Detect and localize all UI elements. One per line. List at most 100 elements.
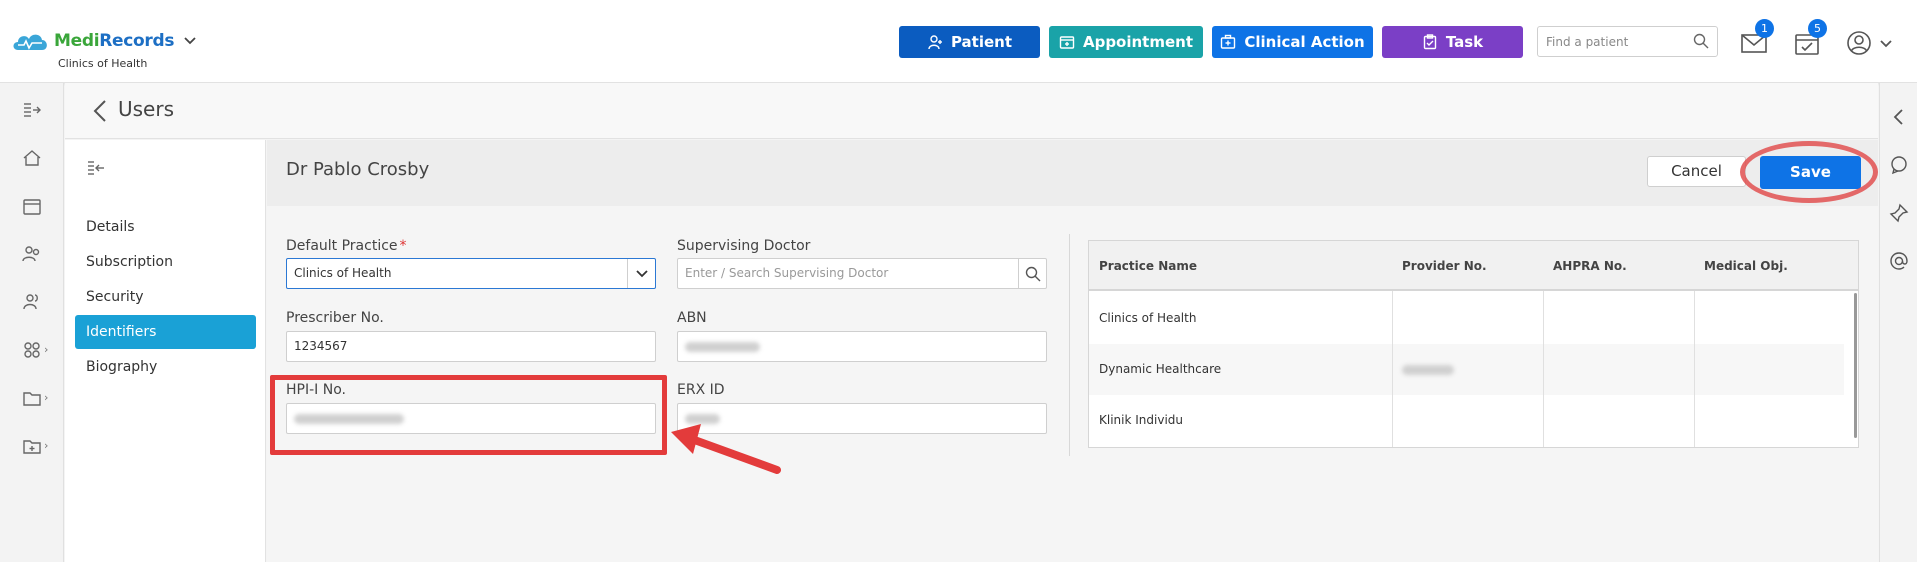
column-header[interactable]: Practice Name [1089, 241, 1392, 291]
tasks-count-badge: 5 [1808, 19, 1827, 38]
patient-button-label: Patient [950, 33, 1013, 51]
app-logo[interactable]: MediRecords [10, 28, 196, 54]
practice-name-cell: Clinics of Health [1099, 311, 1197, 325]
section-divider [1069, 234, 1070, 456]
supervising-doctor-label: Supervising Doctor [677, 238, 811, 254]
practice-name-cell: Dynamic Healthcare [1099, 362, 1222, 376]
column-divider [1543, 291, 1544, 447]
column-header[interactable]: Provider No. [1392, 241, 1543, 291]
practice-subtitle: Clinics of Health [58, 57, 148, 70]
medical-kit-icon [1221, 34, 1236, 49]
table-header: Practice Name Provider No. AHPRA No. Med… [1089, 241, 1858, 291]
collapse-menu-icon[interactable] [87, 160, 105, 176]
users-icon[interactable] [22, 292, 42, 312]
abn-label: ABN [677, 310, 707, 326]
new-task-button[interactable]: Task [1382, 26, 1523, 58]
find-patient-search [1537, 26, 1718, 57]
patients-group-icon[interactable] [22, 244, 42, 264]
home-icon[interactable] [22, 148, 42, 168]
nav-item-details[interactable]: Details [75, 210, 256, 244]
clipboard-check-icon [1423, 34, 1437, 50]
chevron-down-icon [635, 269, 648, 277]
left-rail: › › › [0, 83, 64, 562]
table-scrollbar[interactable] [1854, 293, 1857, 438]
default-practice-label: Default Practice * [286, 238, 407, 254]
calendar-plus-icon [1059, 36, 1075, 49]
new-patient-button[interactable]: Patient [899, 26, 1040, 58]
right-rail [1879, 83, 1917, 562]
supervising-doctor-input[interactable]: Enter / Search Supervising Doctor [677, 258, 1047, 289]
save-button[interactable]: Save [1760, 156, 1861, 189]
brand-part-records: Records [99, 31, 175, 51]
abn-input[interactable] [677, 331, 1047, 362]
at-sign-icon[interactable] [1889, 251, 1909, 271]
new-appointment-button[interactable]: Appointment [1049, 26, 1203, 58]
user-avatar-icon[interactable] [1846, 30, 1872, 56]
chevron-right-icon[interactable]: › [44, 439, 48, 452]
supervising-doctor-search-button[interactable] [1018, 259, 1046, 288]
find-patient-input[interactable] [1538, 27, 1688, 56]
brand-name: MediRecords [54, 31, 175, 51]
top-header: MediRecords Clinics of Health Patient Ap… [0, 0, 1917, 83]
expand-menu-icon[interactable] [22, 100, 42, 120]
table-row[interactable]: Clinics of Health [1089, 293, 1844, 344]
nav-item-subscription[interactable]: Subscription [75, 245, 256, 279]
redacted-value [685, 341, 760, 352]
chevron-right-icon[interactable]: › [44, 343, 48, 356]
default-practice-value: Clinics of Health [294, 266, 392, 280]
back-arrow-icon[interactable] [93, 99, 107, 123]
practice-name-cell: Klinik Individu [1099, 413, 1183, 427]
mail-count-badge: 1 [1755, 19, 1774, 38]
doctor-name: Dr Pablo Crosby [286, 159, 430, 180]
chevron-right-icon[interactable]: › [44, 391, 48, 404]
erx-label: ERX ID [677, 382, 725, 398]
nav-item-security[interactable]: Security [75, 280, 256, 314]
cloud-logo-icon [13, 34, 47, 50]
default-practice-label-text: Default Practice [286, 238, 398, 254]
user-plus-icon [928, 35, 942, 50]
folder-add-icon[interactable] [22, 436, 42, 456]
column-divider [1694, 291, 1695, 447]
identifiers-panel: Dr Pablo Crosby Cancel Save Default Prac… [267, 140, 1878, 562]
user-settings-nav: Details Subscription Security Identifier… [65, 140, 266, 562]
folder-icon[interactable] [22, 388, 42, 408]
hpii-input[interactable] [286, 403, 656, 434]
search-icon[interactable] [1693, 33, 1709, 49]
page-title-bar: Users [65, 83, 1878, 139]
dropdown-toggle[interactable] [627, 259, 655, 288]
prescriber-label: Prescriber No. [286, 310, 384, 326]
brand-part-medi: Medi [54, 31, 100, 51]
chevron-down-icon[interactable] [184, 34, 196, 48]
table-row[interactable]: Klinik Individu [1089, 395, 1844, 446]
column-header[interactable]: AHPRA No. [1543, 241, 1694, 291]
pin-icon[interactable] [1889, 203, 1909, 223]
chat-bubble-icon[interactable] [1889, 155, 1909, 175]
cancel-button[interactable]: Cancel [1647, 156, 1746, 187]
chevron-left-icon[interactable] [1889, 107, 1909, 127]
search-icon [1025, 266, 1040, 281]
modules-icon[interactable] [22, 340, 42, 360]
clinical-action-button[interactable]: Clinical Action [1212, 26, 1373, 58]
clinical-action-button-label: Clinical Action [1244, 33, 1365, 51]
provider-no-cell [1392, 344, 1454, 395]
redacted-value [294, 413, 404, 424]
page-title: Users [118, 97, 175, 121]
default-practice-select[interactable]: Clinics of Health [286, 258, 656, 289]
panel-header: Dr Pablo Crosby Cancel Save [267, 140, 1878, 206]
redacted-value [1402, 364, 1454, 375]
appointment-button-label: Appointment [1082, 33, 1194, 51]
hpii-label: HPI-I No. [286, 382, 346, 398]
prescriber-input[interactable]: 1234567 [286, 331, 656, 362]
table-row[interactable]: Dynamic Healthcare [1089, 344, 1844, 395]
column-header[interactable]: Medical Obj. [1694, 241, 1845, 291]
calendar-icon[interactable] [22, 196, 42, 216]
chevron-down-icon[interactable] [1880, 40, 1892, 48]
erx-input[interactable] [677, 403, 1047, 434]
prescriber-value: 1234567 [294, 339, 348, 353]
required-mark: * [399, 238, 407, 254]
nav-item-identifiers[interactable]: Identifiers [75, 315, 256, 349]
supervising-doctor-placeholder: Enter / Search Supervising Doctor [685, 266, 889, 280]
redacted-value [685, 413, 720, 424]
nav-item-biography[interactable]: Biography [75, 350, 256, 384]
task-button-label: Task [1445, 33, 1484, 51]
